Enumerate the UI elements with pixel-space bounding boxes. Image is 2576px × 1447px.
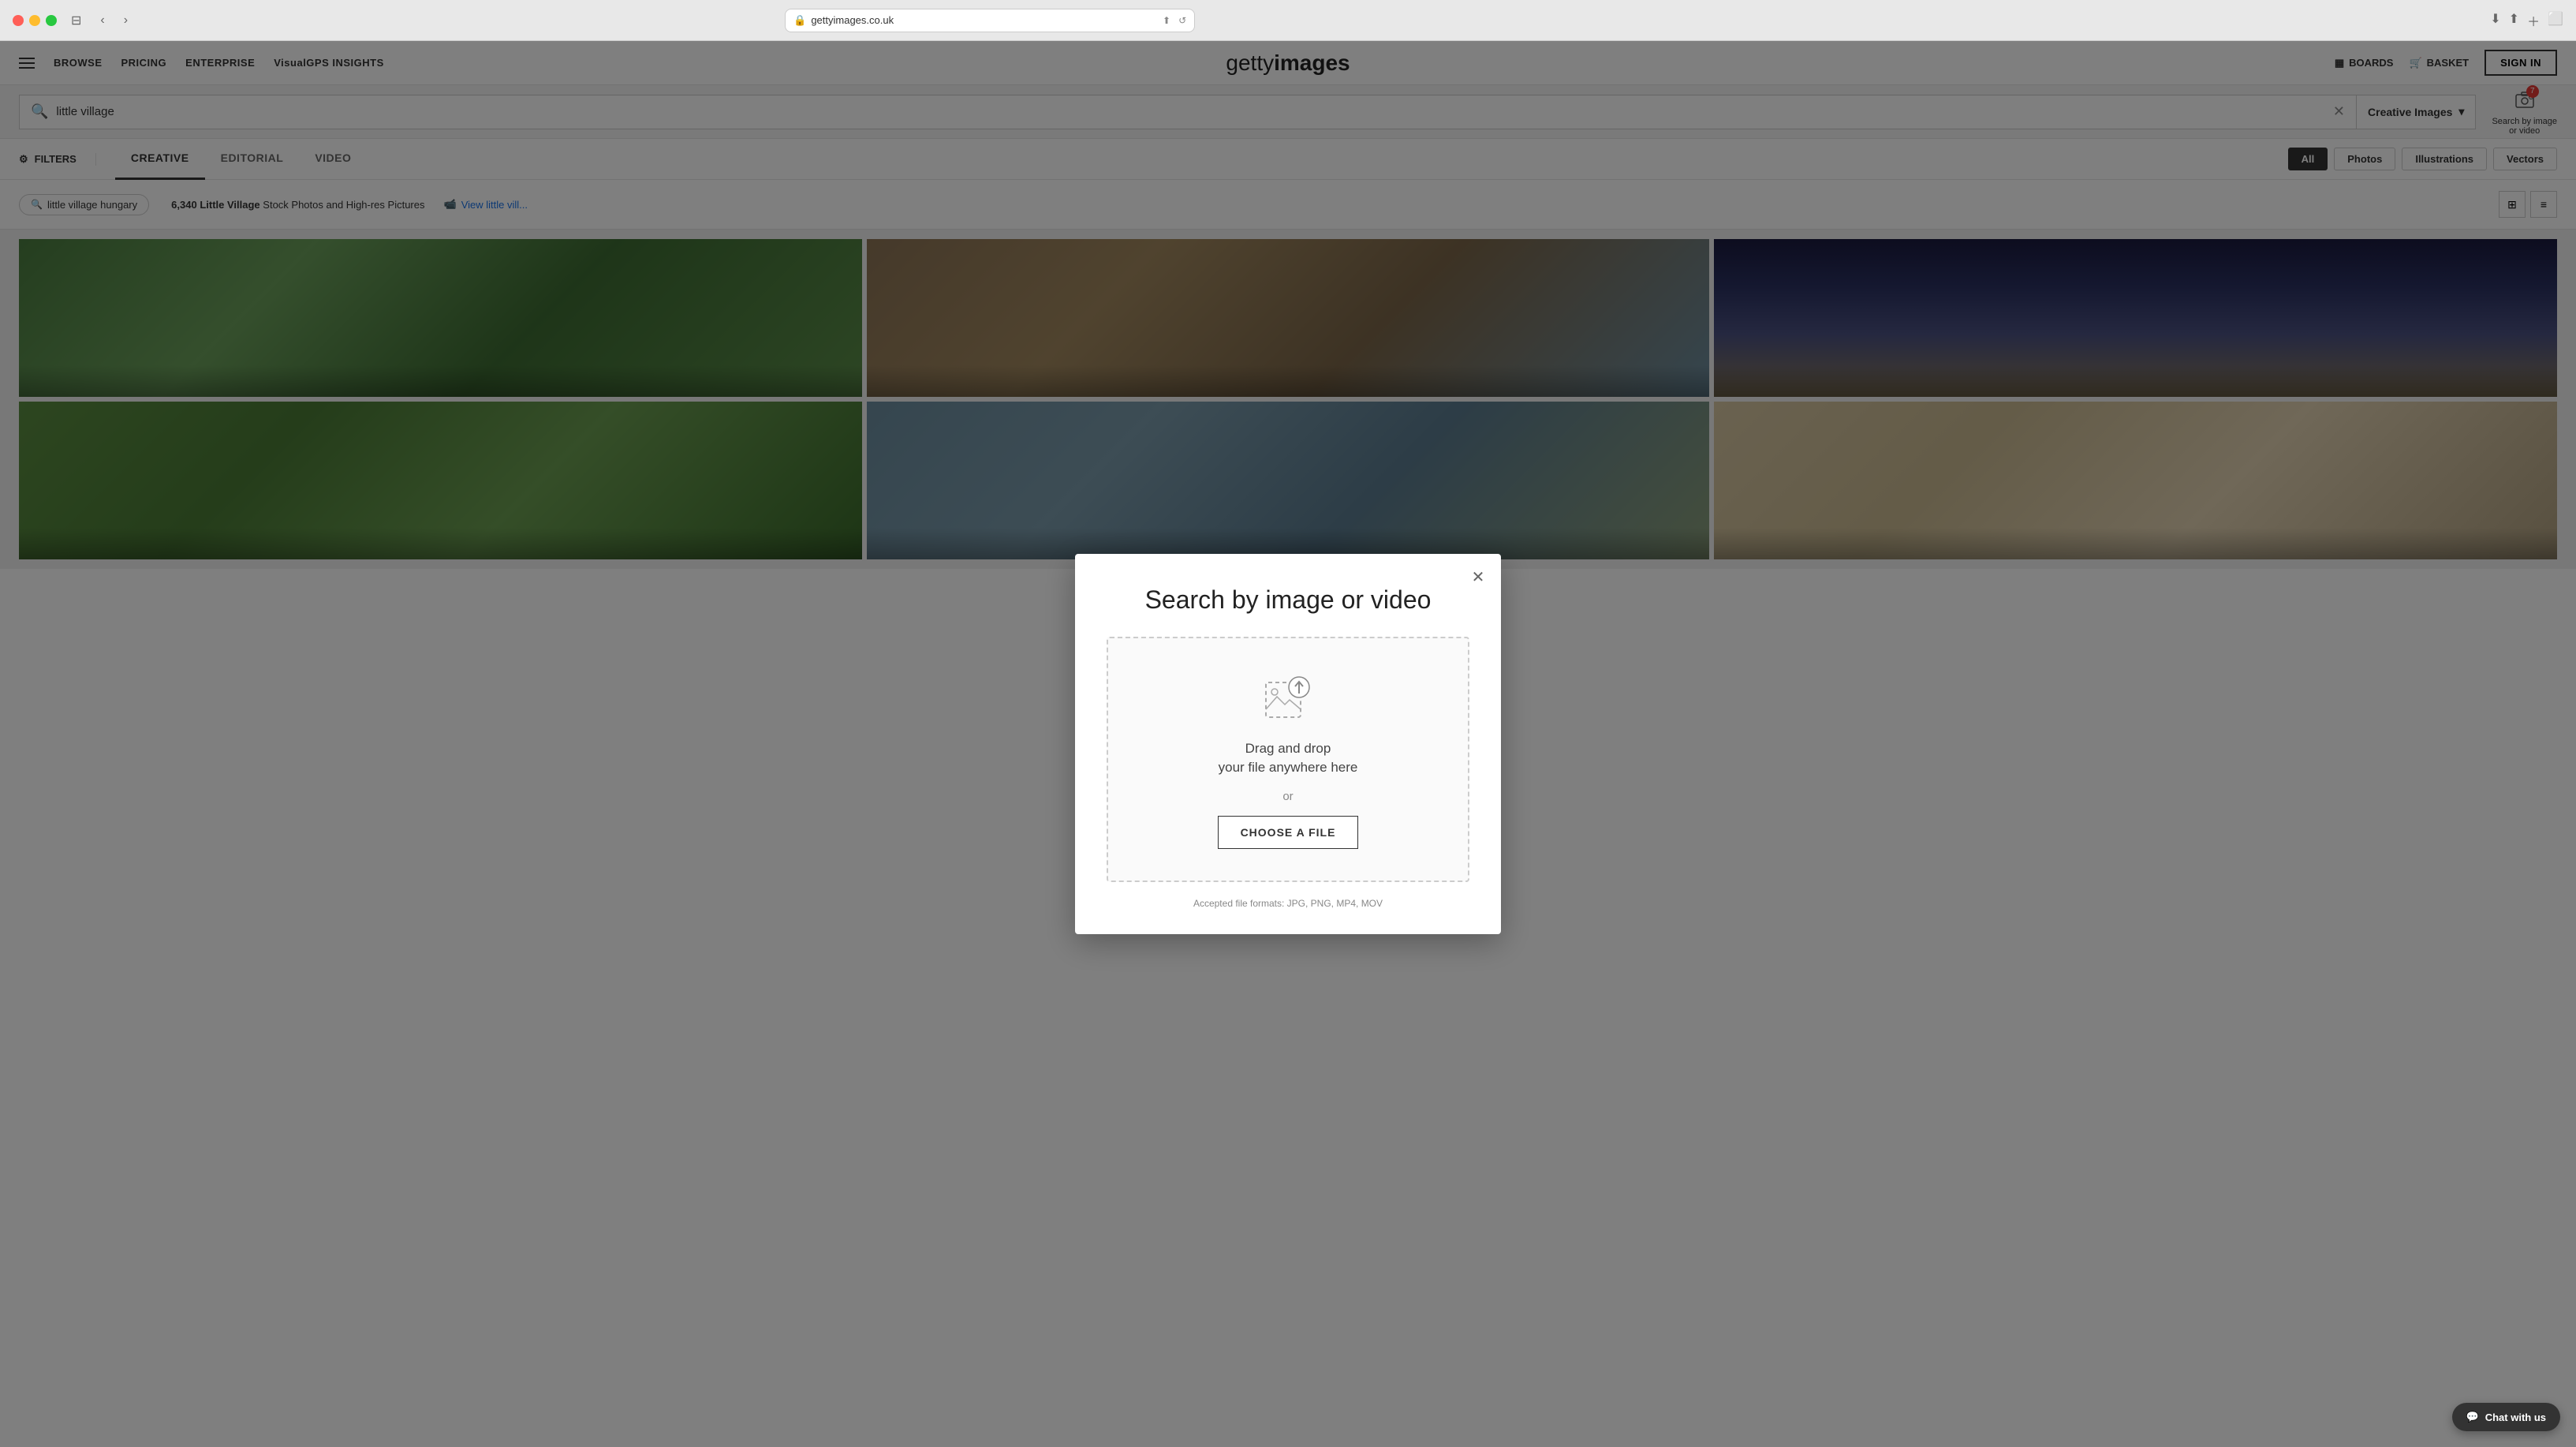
maximize-window-button[interactable] — [46, 15, 57, 26]
browser-chrome: ⊟ ‹ › 🔒 gettyimages.co.uk ⬆ ↺ ⬇ ⬆ ＋ ⬜ — [0, 0, 2576, 41]
drop-zone[interactable]: Drag and drop your file anywhere here or… — [1107, 637, 1469, 882]
search-by-image-modal: ✕ Search by image or video — [1075, 554, 1501, 934]
modal-close-button[interactable]: ✕ — [1466, 565, 1490, 589]
back-button[interactable]: ‹ — [95, 10, 109, 31]
choose-file-button[interactable]: CHOOSE A FILE — [1218, 816, 1359, 849]
new-tab-icon[interactable]: ＋ — [2527, 11, 2540, 30]
minimize-window-button[interactable] — [29, 15, 40, 26]
modal-backdrop[interactable]: ✕ Search by image or video — [0, 41, 2576, 1447]
chat-icon: 💬 — [2466, 1411, 2479, 1423]
browser-actions: ⬇ ⬆ ＋ ⬜ — [2490, 11, 2563, 30]
download-icon[interactable]: ⬇ — [2490, 11, 2500, 30]
forward-button[interactable]: › — [119, 10, 133, 31]
url-text: gettyimages.co.uk — [811, 14, 894, 26]
share-browser-icon[interactable]: ⬆ — [2509, 11, 2519, 30]
sidebar-toggle-button[interactable]: ⊟ — [66, 9, 86, 32]
url-bar[interactable]: 🔒 gettyimages.co.uk ⬆ ↺ — [785, 9, 1195, 32]
lock-icon: 🔒 — [793, 14, 806, 27]
drag-drop-text: Drag and drop your file anywhere here — [1219, 739, 1358, 777]
accepted-formats-text: Accepted file formats: JPG, PNG, MP4, MO… — [1107, 898, 1469, 909]
or-text: or — [1282, 790, 1293, 803]
close-window-button[interactable] — [13, 15, 24, 26]
chat-button[interactable]: 💬 Chat with us — [2452, 1403, 2560, 1431]
share-icon: ⬆ — [1163, 15, 1170, 26]
traffic-lights — [13, 15, 57, 26]
upload-icon — [1260, 670, 1316, 727]
page: BROWSE PRICING ENTERPRISE VisualGPS INSI… — [0, 41, 2576, 1447]
refresh-icon[interactable]: ↺ — [1178, 15, 1186, 26]
chat-label: Chat with us — [2485, 1411, 2546, 1423]
modal-title: Search by image or video — [1107, 585, 1469, 615]
tabs-overview-icon[interactable]: ⬜ — [2548, 11, 2563, 30]
